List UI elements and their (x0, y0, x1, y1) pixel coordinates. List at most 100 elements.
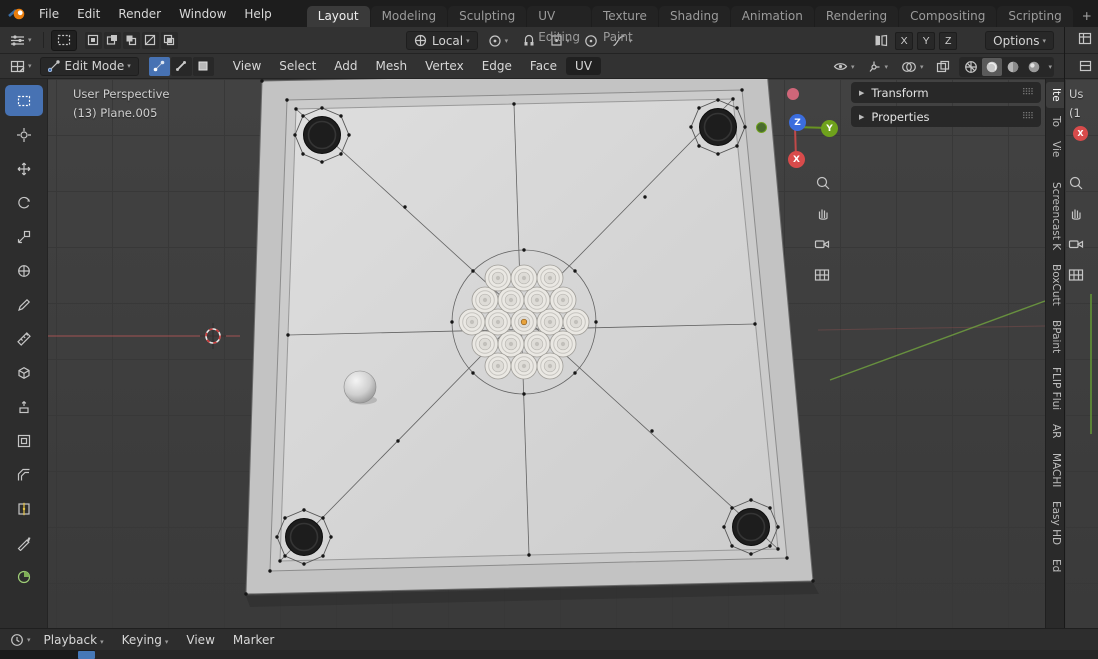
menu-render[interactable]: Render (109, 5, 170, 23)
zoom-icon[interactable] (811, 171, 835, 195)
tool-extrude[interactable] (5, 391, 43, 422)
right-area-tool-icon[interactable] (1078, 32, 1092, 45)
gizmo-axis-y-neg[interactable] (756, 122, 767, 133)
tool-inset-faces[interactable] (5, 425, 43, 456)
proportional-editing-toggle[interactable] (580, 31, 602, 50)
tool-transform[interactable] (5, 255, 43, 286)
tool-select-box[interactable] (4, 85, 43, 116)
mirror-z-button[interactable]: Z (939, 31, 958, 50)
tool-knife[interactable] (5, 527, 43, 558)
tool-bevel[interactable] (5, 459, 43, 490)
workspace-tab-rendering[interactable]: Rendering (814, 6, 899, 27)
menu-face[interactable]: Face (521, 57, 566, 75)
select-mode-subtract-icon[interactable] (122, 31, 140, 49)
sidebar-tab-ar[interactable]: AR (1046, 418, 1064, 444)
shading-material-icon[interactable] (1003, 58, 1023, 76)
menu-keying[interactable]: Keying ▾ (113, 631, 178, 649)
workspace-tab-compositing[interactable]: Compositing (899, 6, 997, 27)
camera-view-icon[interactable] (1065, 232, 1088, 256)
overlays-dropdown[interactable]: ▾ (897, 57, 928, 76)
tool-spin[interactable] (5, 561, 43, 592)
panel-grip-icon[interactable]: ⠿⠿ (1022, 112, 1034, 122)
sidebar-tab-bpaint[interactable]: BPaint (1046, 314, 1064, 359)
sidebar-tab-tool[interactable]: To (1046, 110, 1064, 133)
tool-move[interactable] (5, 153, 43, 184)
menu-mesh[interactable]: Mesh (367, 57, 417, 75)
sidebar-tab-view[interactable]: Vie (1046, 135, 1064, 163)
workspace-tab-sculpting[interactable]: Sculpting (448, 6, 527, 27)
workspace-tab-uv-editing[interactable]: UV Editing (527, 6, 591, 44)
menu-select[interactable]: Select (270, 57, 325, 75)
menu-edge[interactable]: Edge (473, 57, 521, 75)
perspective-toggle-icon[interactable] (810, 263, 834, 287)
menu-timeline-view[interactable]: View (177, 631, 223, 649)
right-area-header-icon[interactable] (1079, 60, 1092, 72)
viewport-3d[interactable]: User Perspective (13) Plane.005 Z Y X ▶ … (0, 79, 1045, 628)
add-workspace-button[interactable]: + (1074, 6, 1098, 27)
tool-scale[interactable] (5, 221, 43, 252)
edge-select-icon[interactable] (170, 56, 192, 76)
area-divider[interactable] (1064, 27, 1065, 650)
transform-orientation-dropdown[interactable]: Local ▾ (406, 31, 478, 50)
tool-measure[interactable] (5, 323, 43, 354)
sidebar-tab-screencast[interactable]: Screencast K (1046, 176, 1064, 256)
sidebar-tab-flip-fluids[interactable]: FLIP Flui (1046, 361, 1064, 416)
menu-vertex[interactable]: Vertex (416, 57, 473, 75)
editor-type-viewport-dropdown[interactable]: ▾ (6, 57, 36, 76)
gizmo-axis-x[interactable]: X (788, 151, 805, 168)
selected-keyframe-marker[interactable] (78, 651, 95, 659)
sidebar-tab-boxcutter[interactable]: BoxCutt (1046, 258, 1064, 312)
gizmo-axis-y[interactable]: Y (821, 120, 838, 137)
visibility-dropdown[interactable]: ▾ (829, 57, 859, 76)
tool-rotate[interactable] (5, 187, 43, 218)
workspace-tab-texture-paint[interactable]: Texture Paint (592, 6, 658, 44)
options-dropdown[interactable]: Options ▾ (985, 31, 1054, 50)
blender-logo-icon[interactable] (8, 6, 26, 21)
mirror-x-button[interactable]: X (895, 31, 914, 50)
tool-add-cube[interactable] (5, 357, 43, 388)
select-mode-new-icon[interactable] (84, 31, 102, 49)
xray-toggle[interactable] (932, 57, 954, 76)
face-select-icon[interactable] (192, 56, 214, 76)
pan-hand-icon[interactable] (1065, 201, 1088, 225)
sidebar-tab-edit[interactable]: Ed (1046, 553, 1064, 578)
menu-marker[interactable]: Marker (224, 631, 283, 649)
select-mode-intersect-icon[interactable] (160, 31, 178, 49)
vertex-select-icon[interactable] (148, 56, 170, 76)
tool-annotate[interactable] (5, 289, 43, 320)
menu-window[interactable]: Window (170, 5, 235, 23)
menu-edit[interactable]: Edit (68, 5, 109, 23)
carrom-board[interactable] (244, 79, 815, 596)
pan-hand-icon[interactable] (811, 201, 835, 225)
menu-uv[interactable]: UV (566, 57, 602, 75)
workspace-tab-animation[interactable]: Animation (730, 6, 814, 27)
gizmo-axis-z[interactable]: Z (789, 114, 806, 131)
panel-grip-icon[interactable]: ⠿⠿ (1022, 88, 1034, 98)
sidebar-tab-item[interactable]: Ite (1046, 82, 1064, 108)
camera-view-icon[interactable] (810, 232, 834, 256)
workspace-tab-modeling[interactable]: Modeling (370, 6, 448, 27)
snap-toggle[interactable] (518, 31, 540, 50)
shading-wireframe-icon[interactable] (961, 58, 981, 76)
shading-solid-icon[interactable] (982, 57, 1003, 76)
select-mode-invert-icon[interactable] (141, 31, 159, 49)
editor-type-timeline-dropdown[interactable]: ▾ (6, 630, 35, 649)
shading-rendered-icon[interactable] (1024, 58, 1044, 76)
zoom-icon[interactable] (1065, 171, 1088, 195)
viewport-3d-right[interactable]: Us (1 X (1065, 79, 1098, 628)
pivot-point-dropdown[interactable]: ▾ (484, 31, 513, 50)
panel-properties[interactable]: ▶ Properties ⠿⠿ (851, 106, 1041, 127)
sidebar-tab-machin3[interactable]: MACHI (1046, 447, 1064, 493)
gizmo-axis-x[interactable]: X (1073, 126, 1088, 141)
gizmo-axis-x-neg[interactable] (787, 88, 799, 100)
timeline-scrub-strip[interactable] (0, 650, 1098, 659)
mirror-y-button[interactable]: Y (917, 31, 936, 50)
select-mode-extend-icon[interactable] (103, 31, 121, 49)
workspace-tab-layout[interactable]: Layout (306, 6, 370, 27)
gizmos-dropdown[interactable]: ▾ (863, 57, 892, 76)
perspective-toggle-icon[interactable] (1065, 263, 1088, 287)
mode-dropdown[interactable]: Edit Mode ▾ (39, 56, 139, 76)
workspace-tab-scripting[interactable]: Scripting (997, 6, 1073, 27)
editor-type-tool-dropdown[interactable]: ▾ (6, 31, 36, 50)
panel-transform[interactable]: ▶ Transform ⠿⠿ (851, 82, 1041, 103)
